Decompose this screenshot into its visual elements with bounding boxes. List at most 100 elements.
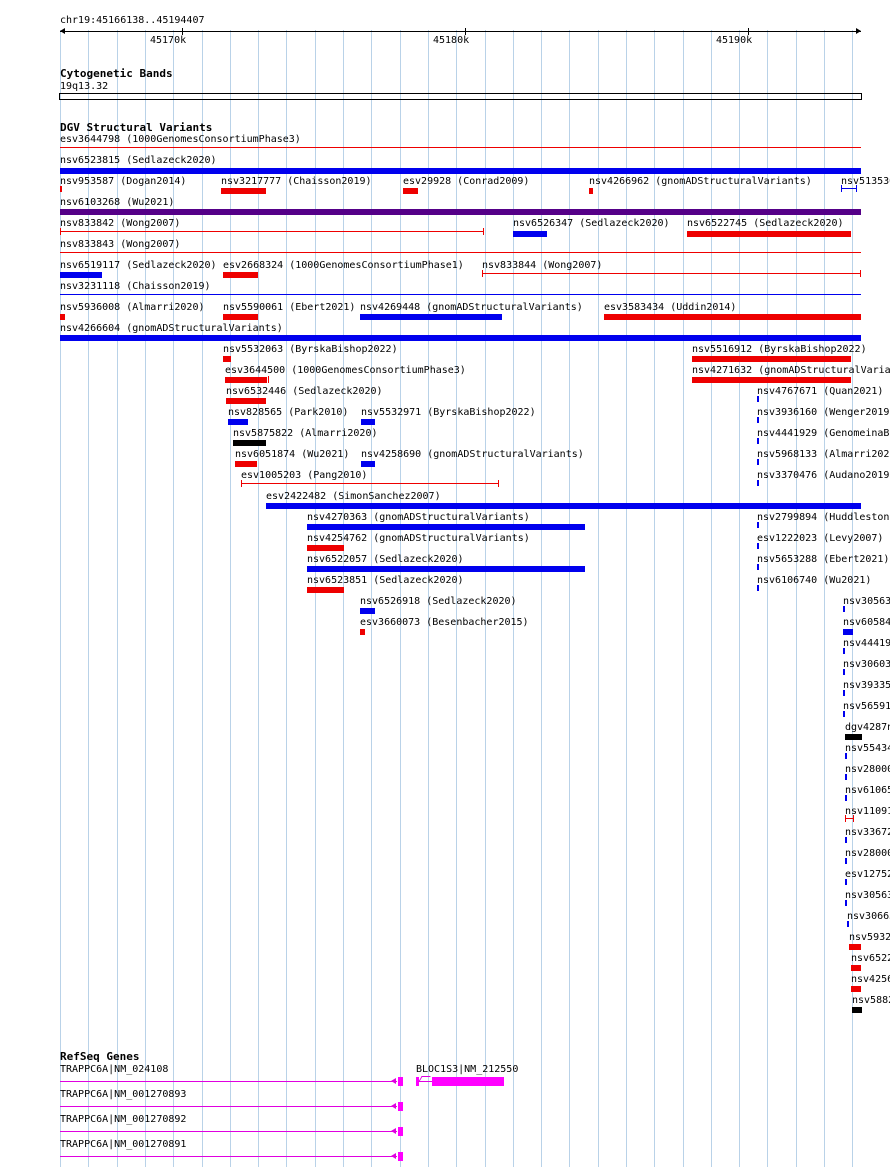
variant-label[interactable]: nsv56591	[843, 701, 890, 712]
variant-label[interactable]: nsv4266962 (gnomADStructuralVariants)	[589, 176, 812, 187]
variant-tick[interactable]	[757, 396, 759, 402]
variant-bar[interactable]	[60, 272, 102, 278]
variant-tick[interactable]	[845, 858, 847, 864]
variant-label[interactable]: esv2668324 (1000GenomesConsortiumPhase1)	[223, 260, 464, 271]
gene-label[interactable]: TRAPPC6A|NM_001270892	[60, 1114, 186, 1125]
variant-label[interactable]: nsv4270363 (gnomADStructuralVariants)	[307, 512, 530, 523]
variant-label[interactable]: nsv4269448 (gnomADStructuralVariants)	[360, 302, 583, 313]
variant-label[interactable]: nsv3936160 (Wenger2019	[757, 407, 889, 418]
variant-label[interactable]: nsv4258690 (gnomADStructuralVariants)	[361, 449, 584, 460]
variant-bar[interactable]	[692, 356, 851, 362]
variant-label[interactable]: nsv4256	[851, 974, 890, 985]
variant-line[interactable]	[482, 273, 861, 274]
variant-label[interactable]: nsv3231118 (Chaisson2019)	[60, 281, 211, 292]
variant-label[interactable]: esv3660073 (Besenbacher2015)	[360, 617, 529, 628]
variant-end-cap[interactable]	[498, 480, 499, 487]
variant-bar[interactable]	[266, 503, 861, 509]
variant-bar[interactable]	[228, 419, 248, 425]
variant-tick[interactable]	[60, 186, 62, 192]
variant-label[interactable]: nsv5590061 (Ebert2021)	[223, 302, 355, 313]
variant-label[interactable]: nsv833843 (Wong2007)	[60, 239, 180, 250]
variant-label[interactable]: nsv4767671 (Quan2021)	[757, 386, 883, 397]
variant-line[interactable]	[60, 294, 861, 295]
variant-bar[interactable]	[360, 314, 502, 320]
variant-end-cap[interactable]	[860, 270, 861, 277]
variant-bar[interactable]	[233, 440, 266, 446]
variant-label[interactable]: nsv6103268 (Wu2021)	[60, 197, 174, 208]
variant-label[interactable]: nsv6106740 (Wu2021)	[757, 575, 871, 586]
variant-label[interactable]: nsv4254762 (gnomADStructuralVariants)	[307, 533, 530, 544]
variant-label[interactable]: esv12752	[845, 869, 890, 880]
variant-bar[interactable]	[845, 734, 862, 740]
variant-tick[interactable]	[843, 606, 845, 612]
variant-label[interactable]: nsv5936008 (Almarri2020)	[60, 302, 205, 313]
variant-tick[interactable]	[757, 564, 759, 570]
variant-label[interactable]: nsv30603	[843, 659, 890, 670]
variant-label[interactable]: nsv5875822 (Almarri2020)	[233, 428, 378, 439]
variant-bar[interactable]	[225, 377, 267, 383]
variant-end-cap[interactable]	[482, 270, 483, 277]
gene-intron-line[interactable]	[60, 1131, 397, 1132]
variant-label[interactable]: nsv30563	[845, 890, 890, 901]
variant-label[interactable]: nsv828565 (Park2010)	[228, 407, 348, 418]
variant-label[interactable]: nsv6523851 (Sedlazeck2020)	[307, 575, 464, 586]
variant-label[interactable]: nsv6522057 (Sedlazeck2020)	[307, 554, 464, 565]
variant-label[interactable]: nsv55434	[845, 743, 890, 754]
cytoband-bar[interactable]	[59, 93, 862, 100]
variant-label[interactable]: dgv4287n	[845, 722, 890, 733]
variant-label[interactable]: nsv6526918 (Sedlazeck2020)	[360, 596, 517, 607]
variant-end-cap[interactable]	[241, 480, 242, 487]
variant-tick[interactable]	[757, 585, 759, 591]
variant-label[interactable]: nsv44419	[843, 638, 890, 649]
variant-bar[interactable]	[223, 314, 258, 320]
variant-tick[interactable]	[845, 837, 847, 843]
variant-bar[interactable]	[604, 314, 861, 320]
variant-label[interactable]: esv3644500 (1000GenomesConsortiumPhase3)	[225, 365, 466, 376]
variant-label[interactable]: nsv5532971 (ByrskaBishop2022)	[361, 407, 536, 418]
variant-end-cap[interactable]	[268, 376, 269, 383]
variant-line[interactable]	[60, 252, 861, 253]
gene-intron-line[interactable]	[60, 1081, 397, 1082]
variant-label[interactable]: nsv5882	[852, 995, 890, 1006]
variant-bar[interactable]	[692, 377, 851, 383]
variant-label[interactable]: esv3583434 (Uddin2014)	[604, 302, 736, 313]
gene-exon[interactable]	[398, 1077, 403, 1086]
variant-bar[interactable]	[589, 188, 593, 194]
variant-label[interactable]: nsv3370476 (Audano2019	[757, 470, 889, 481]
variant-bar[interactable]	[852, 1007, 862, 1013]
variant-end-cap[interactable]	[856, 185, 857, 192]
variant-bar[interactable]	[60, 314, 65, 320]
variant-end-cap[interactable]	[845, 815, 846, 822]
variant-label[interactable]: nsv61065	[845, 785, 890, 796]
variant-bar[interactable]	[223, 356, 231, 362]
variant-label[interactable]: nsv30663	[847, 911, 890, 922]
variant-label[interactable]: nsv3217777 (Chaisson2019)	[221, 176, 372, 187]
variant-bar[interactable]	[360, 608, 375, 614]
variant-label[interactable]: esv2422482 (SimonSanchez2007)	[266, 491, 441, 502]
variant-label[interactable]: nsv6523815 (Sedlazeck2020)	[60, 155, 217, 166]
variant-label[interactable]: nsv5932	[849, 932, 890, 943]
variant-label[interactable]: nsv833844 (Wong2007)	[482, 260, 602, 271]
variant-bar[interactable]	[60, 209, 861, 215]
variant-bar[interactable]	[849, 944, 861, 950]
variant-label[interactable]: nsv6051874 (Wu2021)	[235, 449, 349, 460]
variant-label[interactable]: nsv2799894 (Huddleston	[757, 512, 889, 523]
variant-bar[interactable]	[226, 398, 266, 404]
variant-label[interactable]: nsv4271632 (gnomADStructuralVaria	[692, 365, 890, 376]
variant-tick[interactable]	[845, 774, 847, 780]
variant-line[interactable]	[241, 483, 499, 484]
variant-label[interactable]: nsv5653288 (Ebert2021)	[757, 554, 889, 565]
scroll-left-arrow-icon[interactable]	[60, 28, 65, 34]
variant-bar[interactable]	[687, 231, 851, 237]
variant-bar[interactable]	[223, 272, 258, 278]
variant-bar[interactable]	[235, 461, 257, 467]
variant-label[interactable]: esv3644798 (1000GenomesConsortiumPhase3)	[60, 134, 301, 145]
variant-tick[interactable]	[845, 753, 847, 759]
gene-exon[interactable]	[432, 1077, 504, 1086]
variant-label[interactable]: esv1005203 (Pang2010)	[241, 470, 367, 481]
variant-bar[interactable]	[307, 566, 585, 572]
gene-label[interactable]: TRAPPC6A|NM_024108	[60, 1064, 168, 1075]
variant-label[interactable]: nsv28000	[845, 764, 890, 775]
variant-label[interactable]: nsv513530	[841, 176, 890, 187]
gene-intron-line[interactable]	[60, 1106, 397, 1107]
